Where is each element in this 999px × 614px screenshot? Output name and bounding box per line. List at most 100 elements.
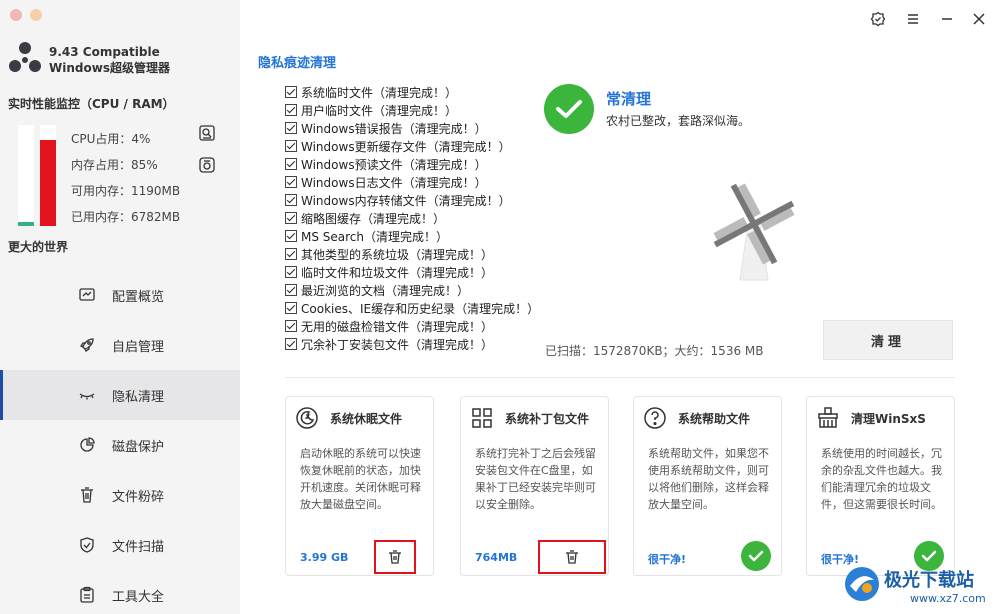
checklist-label: Windows日志文件（清理完成！） <box>301 175 487 190</box>
checklist-item[interactable]: 其他类型的系统垃圾（清理完成！） <box>285 245 539 263</box>
clean-button[interactable]: 清理 <box>823 320 953 360</box>
used-memory: 已用内存：6782MB <box>71 210 181 224</box>
checkbox[interactable] <box>285 176 297 188</box>
checklist-item[interactable]: Windows更新缓存文件（清理完成！） <box>285 137 539 155</box>
app-title: 9.43 Compatible Windows超级管理器 <box>49 44 170 76</box>
checkbox[interactable] <box>285 122 297 134</box>
cleanup-checklist: 系统临时文件（清理完成！） 用户临时文件（清理完成！） Windows错误报告（… <box>285 83 539 353</box>
checkbox[interactable] <box>285 338 297 350</box>
rocket-icon <box>77 335 97 355</box>
nav-item-shred[interactable]: 文件粉碎 <box>0 470 240 520</box>
checkbox[interactable] <box>285 158 297 170</box>
nav-item-privacy[interactable]: 隐私清理 <box>0 370 240 420</box>
status-check-icon <box>544 84 594 134</box>
shield-icon <box>77 535 97 555</box>
checklist-label: Cookies、IE缓存和历史纪录（清理完成！） <box>301 301 540 316</box>
nav-item-tools[interactable]: 工具大全 <box>0 570 240 614</box>
checklist-item[interactable]: Windows预读文件（清理完成！） <box>285 155 539 173</box>
card-size: 3.99 GB <box>300 551 349 564</box>
checklist-item[interactable]: Windows日志文件（清理完成！） <box>285 173 539 191</box>
card-status: 很干净! <box>648 553 687 566</box>
app-title-line2: Windows超级管理器 <box>49 61 170 75</box>
watermark-logo-icon <box>845 567 879 601</box>
app-logo-icon <box>9 42 41 72</box>
card-header: 系统帮助文件 <box>642 405 750 431</box>
card-title: 系统帮助文件 <box>678 411 751 426</box>
windows-icon <box>469 405 495 431</box>
checklist-item[interactable]: Windows错误报告（清理完成！） <box>285 119 539 137</box>
checklist-label: 系统临时文件（清理完成！） <box>301 85 458 100</box>
nav-item-disk[interactable]: 磁盘保护 <box>0 420 240 470</box>
section-title: 隐私痕迹清理 <box>258 56 337 71</box>
card-size: 764MB <box>475 551 518 564</box>
card-title: 清理WinSxS <box>851 411 926 426</box>
update-check-icon[interactable] <box>869 10 887 28</box>
checklist-item[interactable]: 系统临时文件（清理完成！） <box>285 83 539 101</box>
checkbox[interactable] <box>285 302 297 314</box>
sidebar: 9.43 Compatible Windows超级管理器 实时性能监控（CPU … <box>0 0 240 614</box>
status-title: 常清理 <box>606 90 652 108</box>
checkbox[interactable] <box>285 104 297 116</box>
card-title: 系统休眠文件 <box>330 411 403 426</box>
minimize-dot[interactable] <box>30 9 42 21</box>
delete-button[interactable] <box>538 540 606 574</box>
checkbox[interactable] <box>285 140 297 152</box>
sleep-icon <box>294 405 320 431</box>
checkbox[interactable] <box>285 248 297 260</box>
watermark: 极光下载站 www.xz7.com <box>838 560 996 610</box>
card-header: 系统休眠文件 <box>294 405 402 431</box>
help-icon <box>642 405 668 431</box>
checkbox[interactable] <box>285 212 297 224</box>
checklist-label: 用户临时文件（清理完成！） <box>301 103 458 118</box>
checklist-label: 缩略图缓存（清理完成！） <box>301 211 446 226</box>
minimize-icon[interactable] <box>938 10 956 28</box>
watermark-title: 极光下载站 <box>884 570 974 591</box>
checklist-label: Windows预读文件（清理完成！） <box>301 157 487 172</box>
card-description: 系统打完补丁之后会残留安装包文件在C盘里，如果补丁已经安装完毕则可以安全删除。 <box>475 447 596 511</box>
checklist-item[interactable]: 无用的磁盘检错文件（清理完成！） <box>285 317 539 335</box>
nav-item-overview[interactable]: 配置概览 <box>0 270 240 320</box>
trash-icon <box>77 485 97 505</box>
sidebar-nav: 配置概览 自启管理 隐私清理 磁盘保护 文件粉碎 文件扫描 工具大全 <box>0 270 240 614</box>
broom-icon <box>815 405 841 431</box>
nav-label: 隐私清理 <box>112 389 165 405</box>
card-description: 系统使用的时间越长，冗余的杂乱文件也越大。我们能清理冗余的垃圾文件，但这需要很长… <box>821 447 942 511</box>
card-hibernation: 系统休眠文件 启动休眠的系统可以快速恢复休眠前的状态，加快开机速度。关闭休眠可释… <box>285 396 434 576</box>
checklist-label: Windows内存转储文件（清理完成！） <box>301 193 511 208</box>
nav-label: 文件粉碎 <box>112 489 165 505</box>
available-memory: 可用内存：1190MB <box>71 184 181 198</box>
checklist-item[interactable]: 冗余补丁安装包文件（清理完成！） <box>285 335 539 353</box>
checklist-item[interactable]: 临时文件和垃圾文件（清理完成！） <box>285 263 539 281</box>
memory-gauge-fill <box>40 140 56 226</box>
checklist-item[interactable]: MS Search（清理完成！） <box>285 227 539 245</box>
card-description: 系统帮助文件，如果您不使用系统帮助文件，则可以将他们删除，这样会释放大量空间。 <box>648 447 769 511</box>
chart-icon <box>77 285 97 305</box>
checkbox[interactable] <box>285 284 297 296</box>
close-icon[interactable] <box>970 10 988 28</box>
checkbox[interactable] <box>285 230 297 242</box>
scan-info: 已扫描：1572870KB；大约：1536 MB <box>545 344 764 358</box>
checklist-item[interactable]: 最近浏览的文档（清理完成！） <box>285 281 539 299</box>
nav-label: 磁盘保护 <box>112 439 165 455</box>
settings-icon[interactable] <box>198 156 216 174</box>
checklist-item[interactable]: Windows内存转储文件（清理完成！） <box>285 191 539 209</box>
memory-stats: CPU占用：4% 内存占用：85% 可用内存：1190MB 已用内存：6782M… <box>71 131 180 235</box>
nav-item-startup[interactable]: 自启管理 <box>0 320 240 370</box>
close-dot[interactable] <box>10 9 22 21</box>
nav-item-scan[interactable]: 文件扫描 <box>0 520 240 570</box>
monitor-title: 实时性能监控（CPU / RAM） <box>8 97 175 111</box>
pie-icon <box>77 435 97 455</box>
checkbox[interactable] <box>285 194 297 206</box>
delete-button[interactable] <box>374 540 416 574</box>
checkbox[interactable] <box>285 320 297 332</box>
checkbox[interactable] <box>285 266 297 278</box>
menu-icon[interactable] <box>904 10 922 28</box>
report-icon[interactable] <box>198 124 216 142</box>
checklist-item[interactable]: 用户临时文件（清理完成！） <box>285 101 539 119</box>
status-subtitle: 农村已整改，套路深似海。 <box>606 114 751 128</box>
checkbox[interactable] <box>285 86 297 98</box>
watermark-url: www.xz7.com <box>910 592 986 605</box>
checklist-item[interactable]: 缩略图缓存（清理完成！） <box>285 209 539 227</box>
checklist-item[interactable]: Cookies、IE缓存和历史纪录（清理完成！） <box>285 299 539 317</box>
card-help: 系统帮助文件 系统帮助文件，如果您不使用系统帮助文件，则可以将他们删除，这样会释… <box>633 396 782 576</box>
